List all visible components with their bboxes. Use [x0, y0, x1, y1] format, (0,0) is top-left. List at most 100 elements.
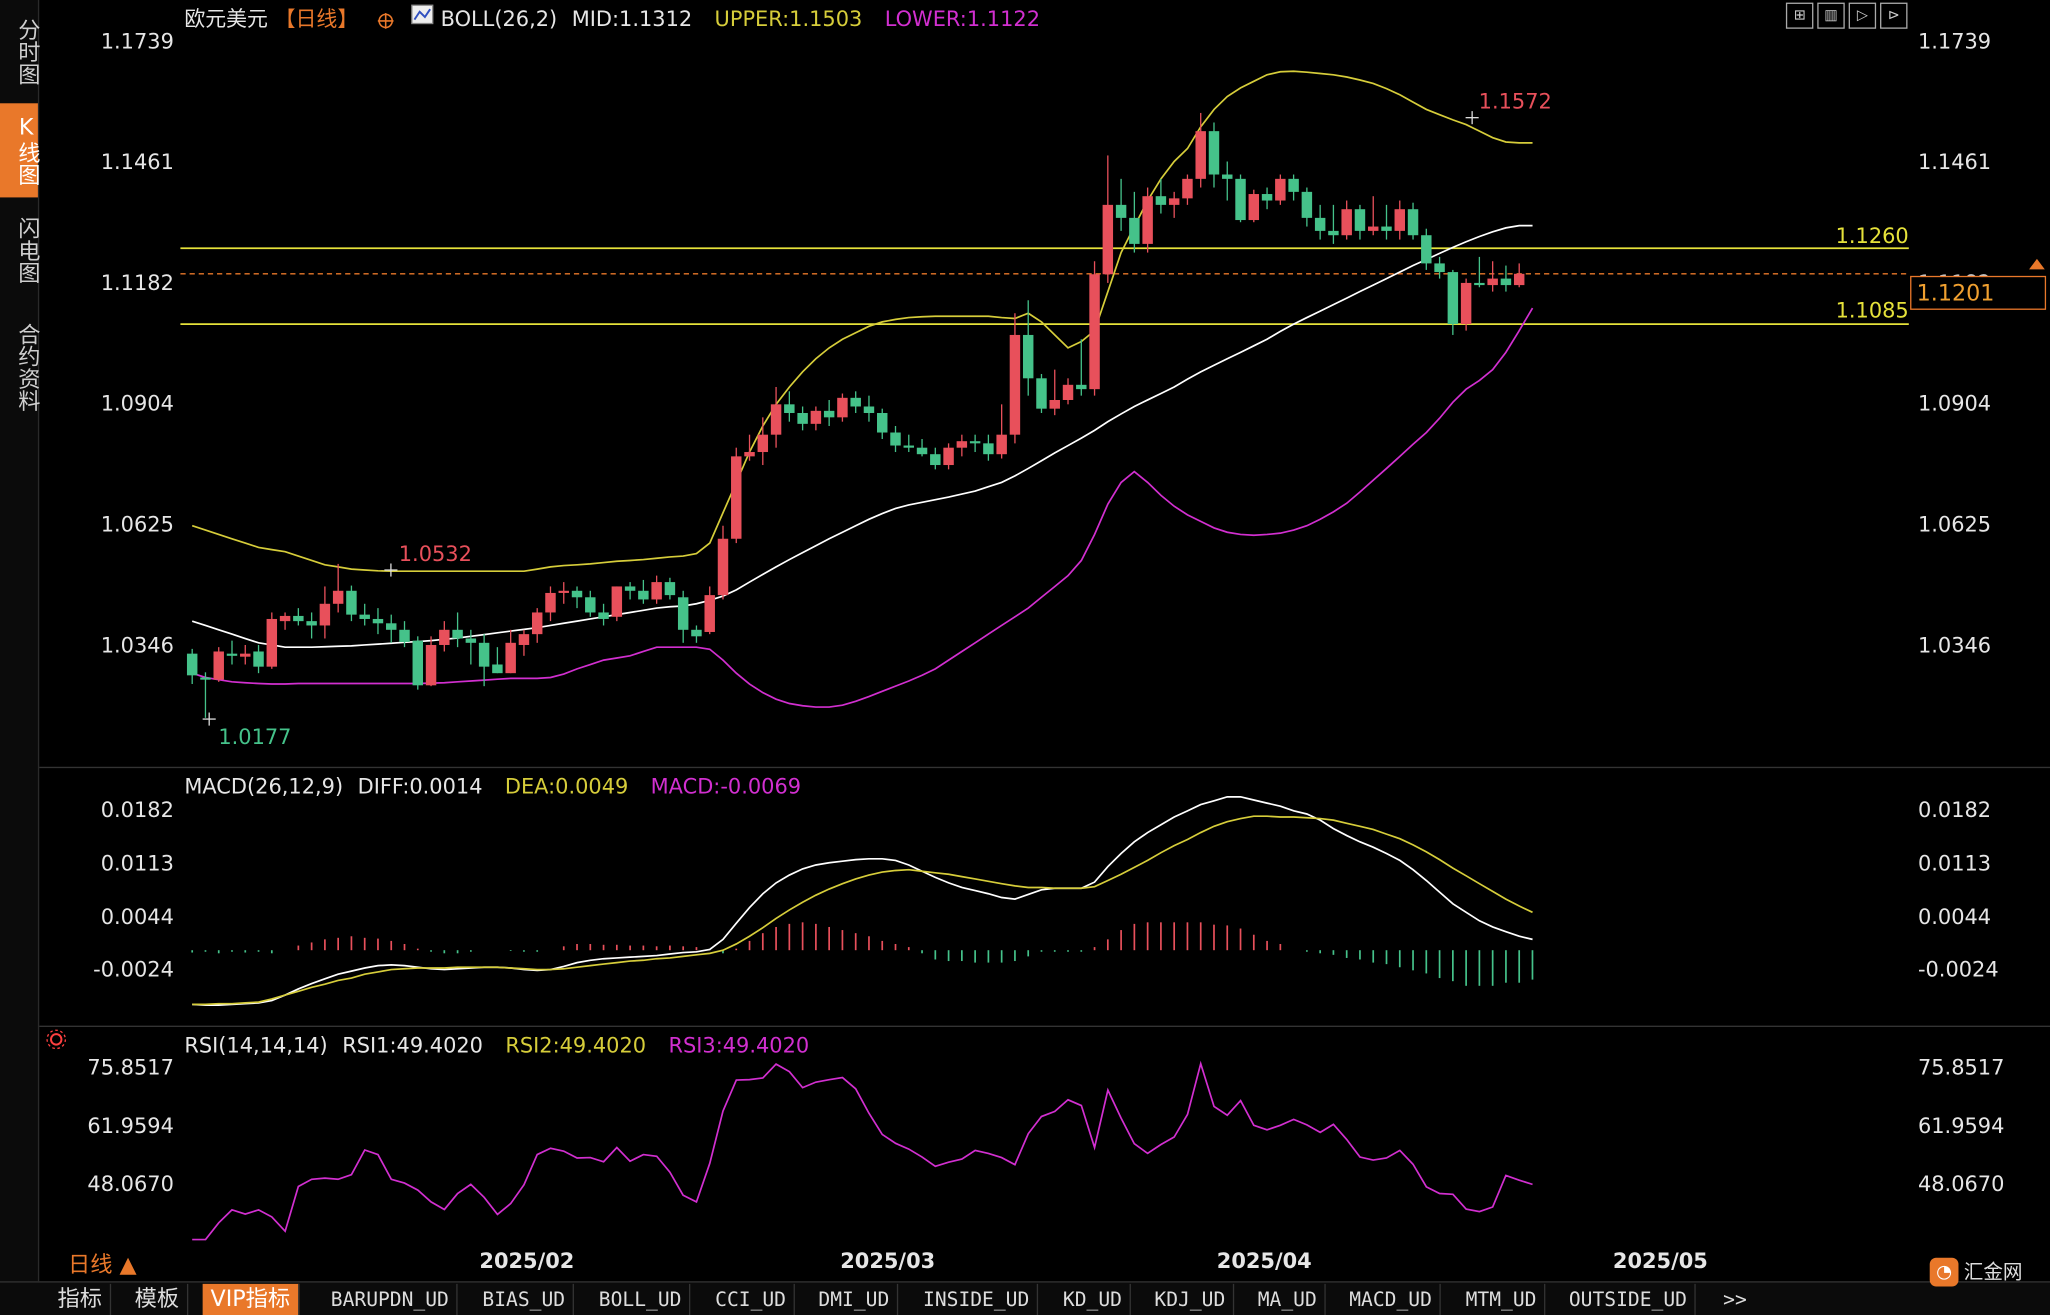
tab-indicators[interactable]: 指标 [50, 1283, 112, 1315]
candle [1354, 204, 1366, 240]
rsi-left-tick: 75.8517 [87, 1056, 173, 1080]
kline-chart[interactable]: 欧元美元 【日线】 BOLL(26,2) MID:1.1312 UPPER:1.… [0, 0, 2050, 1281]
watermark-logo: ◔ 汇金网 [1929, 1257, 2041, 1287]
price-marker-icon [2029, 258, 2045, 270]
candle [1487, 261, 1498, 292]
candle [1168, 191, 1180, 218]
period-selector[interactable]: 日线 ▲ [68, 1252, 138, 1278]
svg-text:BOLL(26,2) MID:1.1312: BOLL(26,2) MID:1.1312 UPPER:1.1503 LOWER… [441, 7, 1040, 31]
rsi-panel [192, 1060, 1533, 1241]
tab-boll[interactable]: BOLL_UD [591, 1283, 691, 1315]
tab-more[interactable]: >> [1715, 1284, 1754, 1315]
candle-body [1049, 399, 1060, 409]
candle [1261, 187, 1273, 210]
candle [1500, 265, 1512, 292]
candle [890, 426, 901, 453]
candle-body [1275, 178, 1286, 201]
date-tick: 2025/02 [479, 1249, 574, 1273]
bar-chart-icon[interactable]: ▥ [1817, 2, 1845, 29]
fast-forward-icon[interactable]: ⊳ [1880, 2, 1908, 29]
candle [478, 634, 490, 687]
candle-body [1076, 384, 1087, 390]
candle [186, 648, 198, 685]
tab-barupdn[interactable]: BARUPDN_UD [323, 1283, 458, 1315]
candle-body [877, 413, 888, 433]
indicator-chart-icon[interactable] [411, 4, 434, 25]
crosshair-icon[interactable] [377, 13, 394, 29]
candle [677, 590, 689, 643]
price-left-tick: 1.0904 [101, 391, 174, 415]
candle-body [1248, 194, 1260, 221]
candle-body [1460, 282, 1472, 325]
candle-body [1155, 196, 1167, 205]
candle [518, 629, 530, 656]
tab-kd[interactable]: KD_UD [1055, 1283, 1132, 1315]
watermark-text: 汇金网 [1963, 1260, 2023, 1284]
macd-macd-value: MACD:-0.0069 [651, 775, 801, 799]
candle-body [1381, 226, 1392, 231]
period-label: 【日线】 [275, 7, 359, 31]
tab-macd[interactable]: MACD_UD [1341, 1283, 1442, 1315]
play-chart-icon[interactable]: ▷ [1848, 2, 1877, 29]
price-left-tick: 1.0625 [101, 512, 174, 536]
tab-bias[interactable]: BIAS_UD [475, 1283, 575, 1315]
candle [1314, 204, 1326, 240]
tab-dmi[interactable]: DMI_UD [811, 1283, 899, 1315]
candle-body [571, 590, 583, 598]
tab-templates[interactable]: 模板 [127, 1283, 189, 1315]
candle-body [253, 651, 264, 667]
candle-body [1288, 178, 1299, 192]
tab-outside[interactable]: OUTSIDE_UD [1561, 1283, 1697, 1315]
candle-body [531, 612, 543, 635]
macd-left-tick: 0.0182 [101, 798, 174, 822]
axes: 1.17391.17391.14611.14611.11821.11821.09… [87, 29, 2004, 1273]
candle [1513, 263, 1525, 288]
candle-body [1314, 217, 1326, 231]
layout-grid-icon[interactable]: ⊞ [1785, 2, 1814, 29]
candle [956, 434, 968, 457]
tab-mtm[interactable]: MTM_UD [1458, 1283, 1546, 1315]
macd-diff-value: DIFF:0.0014 [358, 775, 483, 799]
candle-body [1500, 278, 1512, 286]
candle-body [1022, 334, 1034, 379]
candle [996, 404, 1007, 459]
candle [1474, 256, 1485, 288]
candle-body [784, 404, 795, 414]
candle [240, 644, 251, 665]
candle-body [1301, 191, 1313, 218]
instrument-title: 欧元美元 [184, 7, 268, 31]
tab-cci[interactable]: CCI_UD [707, 1283, 796, 1315]
candle-body [306, 621, 317, 626]
candle-body [890, 432, 901, 446]
candle [1089, 261, 1100, 396]
candle-body [704, 595, 715, 632]
price-right-tick: 1.1739 [1918, 29, 1991, 53]
settings-icon[interactable] [46, 1029, 67, 1050]
boll-mid-line [191, 224, 1533, 649]
tab-inside[interactable]: INSIDE_UD [915, 1283, 1039, 1315]
candle-body [492, 664, 503, 674]
candle-body [1102, 204, 1114, 275]
candle [624, 582, 636, 600]
candle-body [1115, 204, 1127, 218]
candle-body [293, 615, 304, 622]
rsi-right-tick: 75.8517 [1918, 1056, 2004, 1080]
tab-vip-indicators[interactable]: VIP指标 [202, 1283, 300, 1315]
candle [585, 590, 596, 617]
candle-body [930, 454, 941, 466]
candle [1115, 178, 1127, 231]
tab-ma[interactable]: MA_UD [1250, 1283, 1326, 1315]
annotations: 1.1572 1.0177 1.0532 1.1260 1.1085 [202, 90, 1909, 749]
candle [1195, 112, 1206, 188]
candle [1381, 204, 1392, 240]
candle [1009, 313, 1021, 444]
tab-kdj[interactable]: KDJ_UD [1147, 1283, 1235, 1315]
candle-body [346, 590, 357, 615]
support-label: 1.1085 [1836, 299, 1909, 323]
candle [1049, 369, 1060, 416]
candle [452, 612, 463, 648]
candle-body [425, 644, 437, 686]
candle [784, 391, 795, 422]
candle-body [1513, 273, 1525, 286]
candle [332, 563, 344, 613]
